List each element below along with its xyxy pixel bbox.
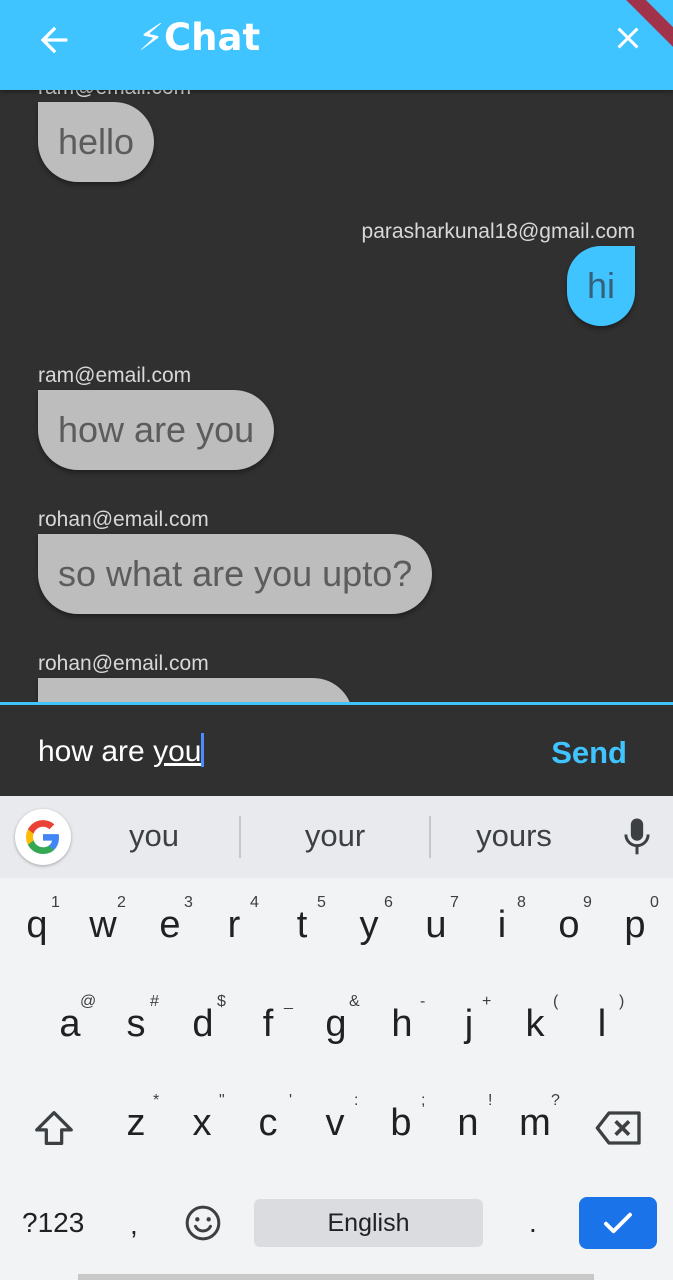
key-hint: * — [153, 1092, 160, 1109]
key-hint: $ — [217, 993, 226, 1010]
key-hint: 5 — [317, 894, 326, 911]
key-hint: ? — [551, 1092, 560, 1109]
arrow-left-icon[interactable] — [34, 20, 74, 60]
key-hint: 1 — [51, 894, 60, 911]
key-hint: ' — [289, 1092, 293, 1109]
message-bubble-incoming: hello — [38, 102, 155, 182]
key-hint: & — [349, 993, 360, 1010]
divider — [429, 816, 431, 858]
suggestion-item[interactable]: yours — [452, 818, 576, 854]
key-hint: + — [482, 993, 492, 1010]
key-hint: ; — [421, 1092, 426, 1109]
message-sender: ram@email.com — [38, 364, 192, 387]
key-hint: _ — [284, 993, 293, 1010]
send-button[interactable]: Send — [551, 735, 627, 771]
microphone-icon[interactable] — [622, 816, 652, 858]
text-caret — [201, 733, 205, 767]
message-bubble-incoming — [38, 678, 353, 702]
key-hint: " — [219, 1092, 225, 1109]
message-sender: rohan@email.com — [38, 508, 209, 531]
key-hint: 7 — [450, 894, 459, 911]
key-hint: 4 — [250, 894, 259, 911]
message-list[interactable]: ram@email.com hello parasharkunal18@gmai… — [0, 90, 673, 702]
navigation-handle — [78, 1274, 594, 1280]
key-hint: ! — [488, 1092, 493, 1109]
message-input-composing-word: you — [153, 735, 202, 768]
key-hint: 8 — [517, 894, 526, 911]
divider — [239, 816, 241, 858]
message-sender: rohan@email.com — [38, 652, 209, 675]
key-hint: 0 — [650, 894, 659, 911]
message-bubble-outgoing: hi — [566, 246, 635, 326]
debug-banner — [613, 0, 673, 60]
suggestion-item[interactable]: you — [94, 818, 214, 854]
comma-key[interactable]: , — [130, 1209, 138, 1241]
symbols-key[interactable]: ?123 — [22, 1207, 84, 1239]
key-hint: 6 — [384, 894, 393, 911]
suggestion-strip: you your yours — [0, 796, 673, 878]
key-hint: : — [354, 1092, 359, 1109]
period-key[interactable]: . — [529, 1207, 537, 1239]
google-logo-icon[interactable] — [15, 809, 71, 865]
checkmark-icon — [604, 1212, 632, 1234]
enter-key[interactable] — [579, 1197, 657, 1249]
backspace-icon[interactable] — [594, 1108, 644, 1148]
key-hint: 2 — [117, 894, 126, 911]
space-key[interactable]: English — [254, 1199, 483, 1247]
message-composer: how are you Send — [0, 702, 673, 796]
message-input-text: how are — [38, 735, 154, 768]
key-hint: 3 — [184, 894, 193, 911]
suggestion-item[interactable]: your — [270, 818, 400, 854]
message-bubble-incoming: how are you — [38, 390, 275, 470]
key-hint: # — [150, 993, 159, 1010]
message-sender: parasharkunal18@gmail.com — [361, 220, 635, 243]
app-title: ⚡Chat — [138, 16, 261, 59]
message-sender: ram@email.com — [38, 90, 191, 100]
key-hint: - — [420, 993, 426, 1010]
emoji-icon[interactable] — [183, 1203, 223, 1243]
shift-icon[interactable] — [31, 1105, 77, 1151]
app-bar: ⚡Chat — [0, 0, 673, 90]
message-bubble-incoming: so what are you upto? — [38, 534, 433, 614]
message-input[interactable]: how are you — [38, 733, 205, 769]
key-hint: ) — [619, 993, 625, 1010]
key-hint: 9 — [583, 894, 592, 911]
key-hint: @ — [80, 993, 97, 1010]
soft-keyboard: you your yours q w e r t y u i o p 1 2 3… — [0, 796, 673, 1280]
key-hint: ( — [553, 993, 559, 1010]
